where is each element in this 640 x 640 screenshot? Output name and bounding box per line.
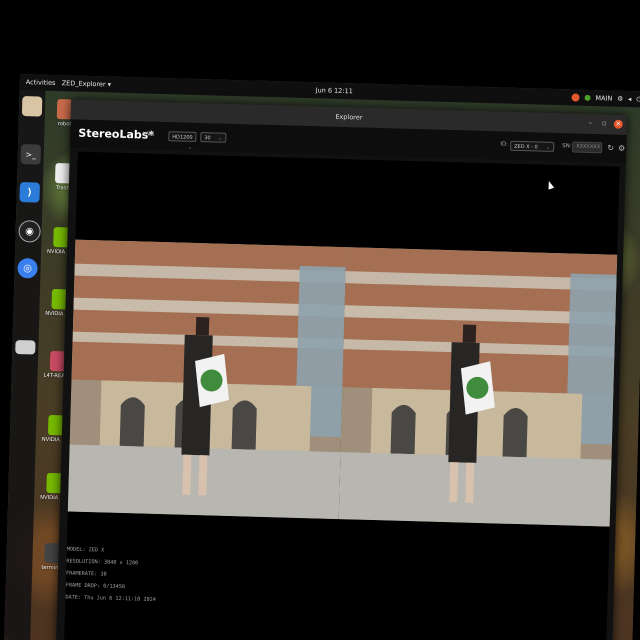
clock[interactable]: Jun 6 12:11 — [315, 82, 353, 99]
stereo-view — [67, 239, 618, 527]
left-camera-image — [67, 239, 347, 520]
nvidia-status-icon[interactable] — [571, 93, 580, 102]
network-icon[interactable] — [584, 94, 591, 101]
chevron-down-icon: ⌄ — [545, 144, 551, 151]
camera-id-label: ID: — [500, 141, 509, 148]
chromium-icon[interactable]: ◎ — [17, 258, 38, 279]
tray-label[interactable]: MAIN — [595, 90, 612, 106]
window-controls: – ▫ × — [586, 119, 623, 129]
left-camera-view — [67, 239, 347, 520]
system-tray[interactable]: MAIN ⚙ ◂ ⏻ — [571, 89, 640, 107]
settings-icon[interactable]: ⚙ — [617, 91, 623, 107]
vscode-icon[interactable]: ⟩ — [19, 182, 40, 203]
volume-icon[interactable]: ◂ — [628, 91, 632, 107]
activities-button[interactable]: Activities — [26, 74, 56, 91]
photo-frame: Activities ZED_Explorer ▾ Jun 6 12:11 MA… — [0, 0, 640, 640]
terminal-icon[interactable]: >_ — [20, 144, 42, 165]
info-date: DATE: Thu Jun 6 12:11:10 2024 — [65, 594, 157, 603]
camera-select[interactable]: ZED X - 0 ⌄ — [510, 140, 555, 152]
fps-select[interactable]: 30 ⌄ — [200, 132, 227, 143]
window-title: Explorer — [335, 112, 363, 122]
chevron-down-icon: ⌄ — [187, 144, 193, 151]
minimize-icon[interactable]: – — [586, 119, 595, 128]
obs-icon[interactable]: ◉ — [18, 220, 41, 243]
chevron-down-icon: ⌄ — [217, 135, 223, 142]
power-icon[interactable]: ⏻ — [636, 91, 640, 107]
right-camera-image — [338, 247, 618, 527]
explorer-window: Explorer – ▫ × StereoLabs* LIVE HD1200 ⌄… — [56, 99, 628, 640]
right-camera-view — [338, 247, 618, 527]
live-badge: LIVE — [142, 131, 155, 138]
settings-gear-icon[interactable]: ⚙ — [617, 144, 626, 153]
resolution-select[interactable]: HD1200 ⌄ — [168, 131, 197, 151]
app-menu[interactable]: ZED_Explorer ▾ — [62, 75, 112, 92]
monitor-screen: Activities ZED_Explorer ▾ Jun 6 12:11 MA… — [4, 74, 640, 640]
maximize-icon[interactable]: ▫ — [600, 119, 609, 128]
disk-icon[interactable] — [15, 339, 36, 355]
serial-label: SN: — [562, 143, 572, 150]
refresh-icon[interactable]: ↻ — [606, 143, 615, 152]
video-viewer: MODEL: ZED X RESOLUTION: 3840 x 1200 FRA… — [64, 151, 620, 640]
close-icon[interactable]: × — [613, 119, 623, 129]
camera-info-overlay: MODEL: ZED X RESOLUTION: 3840 x 1200 FRA… — [65, 543, 157, 606]
serial-field[interactable]: XXXXXXX — [572, 141, 603, 154]
files-icon[interactable] — [21, 96, 43, 117]
